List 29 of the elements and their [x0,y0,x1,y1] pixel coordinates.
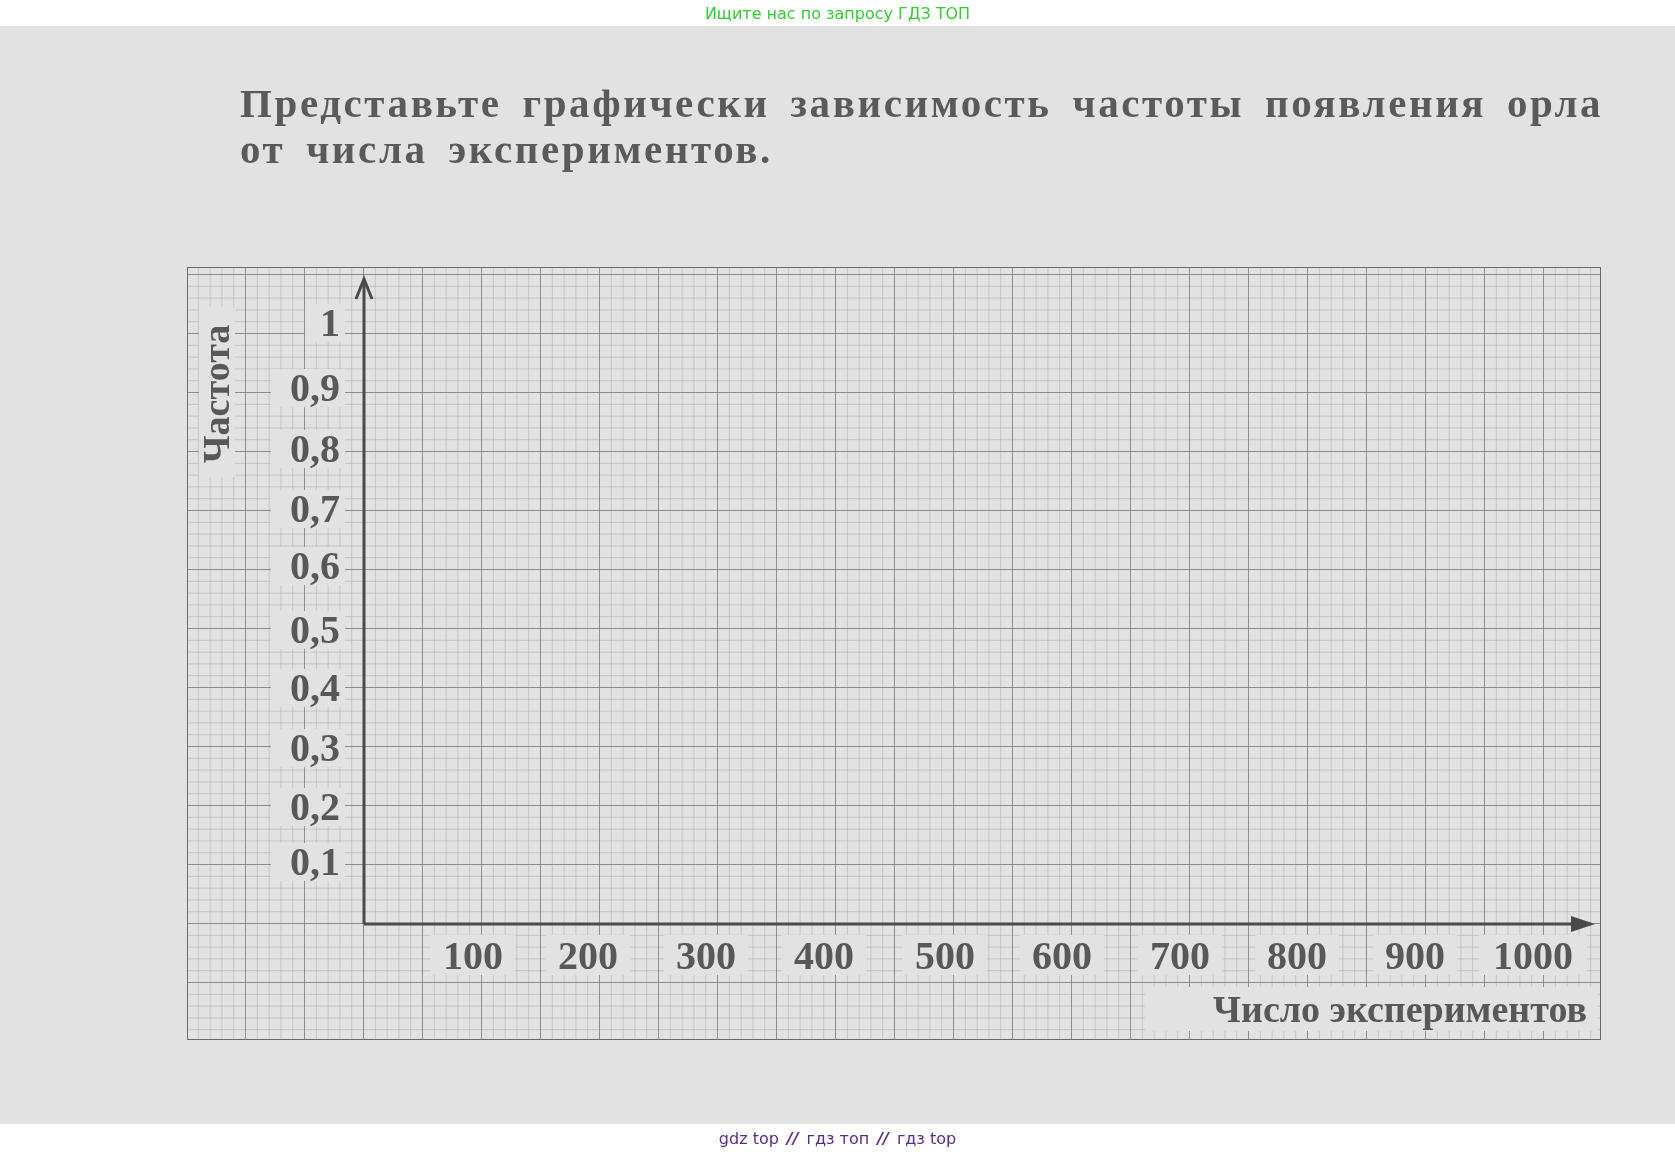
y-axis-title: Частота [195,324,237,464]
search-hint-text: Ищите нас по запросу ГДЗ ТОП [704,3,971,23]
task-text: Представьте графически зависимость частоты появления орла от числа экспериментов. [240,80,1605,172]
y-tick-label: 0,1 [290,839,340,884]
footer-separator: // [786,1128,799,1148]
x-tick-label: 300 [676,933,736,978]
y-tick-label: 0,4 [290,665,340,710]
footer-separator: // [877,1128,889,1148]
y-tick-label: 0,8 [290,426,340,471]
footer-link[interactable]: гдз top [896,1128,957,1148]
x-tick-label: 900 [1385,933,1445,978]
y-tick-label: 0,6 [290,543,340,588]
x-tick-label: 200 [558,933,618,978]
x-tick-label: 600 [1032,933,1092,978]
x-axis-title: Число экспериментов [1213,988,1587,1030]
x-tick-label: 400 [794,933,854,978]
y-tick-label: 0,7 [290,486,340,531]
y-tick-label: 0,5 [290,607,340,652]
footer-link[interactable]: gdz top [718,1128,779,1148]
x-tick-label: 800 [1267,933,1327,978]
footer-link[interactable]: гдз топ [806,1128,870,1148]
x-tick-label: 1000 [1493,933,1573,978]
y-tick-label: 0,9 [290,365,340,410]
x-tick-label: 700 [1150,933,1210,978]
x-tick-label: 100 [443,933,503,978]
x-tick-label: 500 [915,933,975,978]
y-tick-label: 1 [320,300,340,345]
y-tick-label: 0,3 [290,725,340,770]
y-tick-label: 0,2 [290,784,340,829]
